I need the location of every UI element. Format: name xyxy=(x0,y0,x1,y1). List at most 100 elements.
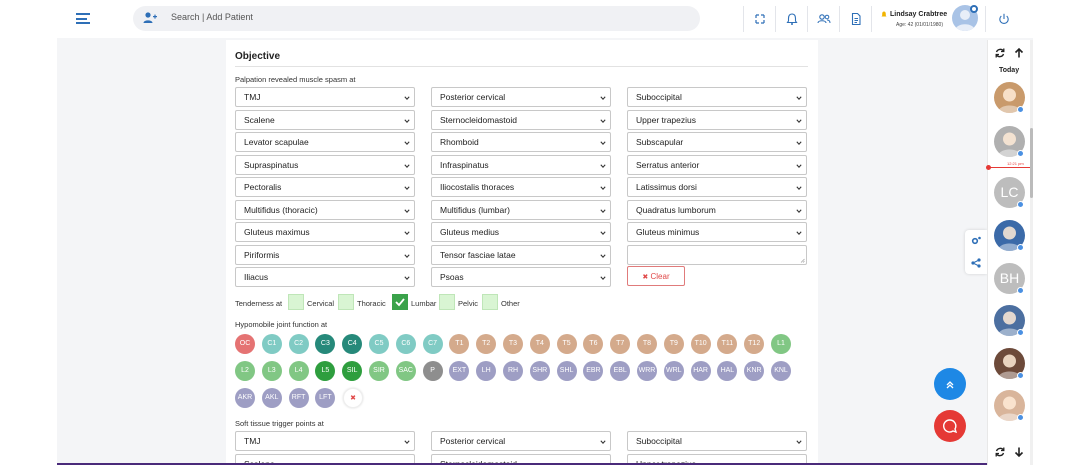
share-icon[interactable] xyxy=(970,257,982,269)
chat-button[interactable] xyxy=(934,410,966,442)
muscle-select[interactable]: Suboccipital xyxy=(627,431,807,451)
joint-chip[interactable]: C3 xyxy=(315,334,336,354)
joint-chip[interactable]: LFT xyxy=(315,388,336,408)
joint-chip[interactable]: SAC xyxy=(395,361,416,381)
joint-chip[interactable]: OC xyxy=(235,334,255,354)
joint-chip[interactable]: T8 xyxy=(637,334,657,354)
muscle-select[interactable]: Gluteus medius xyxy=(431,222,611,242)
tenderness-checkbox[interactable] xyxy=(482,294,498,310)
tenderness-checkbox[interactable] xyxy=(288,294,304,310)
joint-chip[interactable]: RFT xyxy=(288,388,309,408)
muscle-select[interactable]: Gluteus minimus xyxy=(627,222,807,242)
joint-chip[interactable]: SIR xyxy=(369,361,389,381)
muscle-select[interactable]: Rhomboid xyxy=(431,132,611,152)
joint-chip[interactable]: EBR xyxy=(583,361,604,381)
joint-chip[interactable]: WRL xyxy=(663,361,684,381)
joint-chip[interactable]: WRR xyxy=(637,361,657,381)
joint-chip[interactable]: C7 xyxy=(422,334,443,354)
arrow-up-icon[interactable] xyxy=(1013,47,1025,59)
joint-chip[interactable]: C4 xyxy=(342,334,363,354)
tenderness-checkbox[interactable] xyxy=(392,294,408,310)
muscle-select[interactable]: Multifidus (lumbar) xyxy=(431,199,611,220)
notes-textarea[interactable] xyxy=(627,244,807,265)
muscle-select[interactable]: TMJ xyxy=(235,431,415,451)
muscle-select[interactable]: Upper trapezius xyxy=(627,109,807,130)
muscle-select[interactable]: Iliocostalis thoraces xyxy=(431,177,611,197)
settings-gear-icon[interactable] xyxy=(970,235,982,247)
joint-chip[interactable]: P xyxy=(422,361,443,381)
muscle-select[interactable]: Levator scapulae xyxy=(235,132,415,152)
joint-chip[interactable]: L1 xyxy=(771,334,791,354)
muscle-select[interactable]: Serratus anterior xyxy=(627,154,807,175)
joint-chip[interactable]: KNL xyxy=(771,361,791,381)
fullscreen-icon[interactable] xyxy=(751,10,769,28)
joint-chip[interactable]: L4 xyxy=(288,361,309,381)
patient-name[interactable]: Lindsay Crabtree xyxy=(890,11,947,18)
muscle-select[interactable]: Posterior cervical xyxy=(431,87,611,107)
muscle-select[interactable]: Quadratus lumborum xyxy=(627,199,807,220)
tenderness-checkbox[interactable] xyxy=(439,294,455,310)
joint-chip[interactable]: T4 xyxy=(529,334,550,354)
muscle-select[interactable]: Piriformis xyxy=(235,244,415,265)
muscle-select[interactable]: Pectoralis xyxy=(235,177,415,197)
tenderness-checkbox[interactable] xyxy=(338,294,354,310)
sidebar-scrollbar[interactable] xyxy=(1030,40,1033,465)
joint-chip[interactable]: LH xyxy=(476,361,497,381)
muscle-select[interactable]: Gluteus maximus xyxy=(235,222,415,242)
joint-chip[interactable]: C2 xyxy=(288,334,309,354)
scroll-top-button[interactable] xyxy=(934,368,966,400)
joint-chip[interactable]: SHL xyxy=(556,361,577,381)
muscle-select[interactable]: Multifidus (thoracic) xyxy=(235,199,415,220)
muscle-select[interactable]: Suboccipital xyxy=(627,87,807,107)
search-bar[interactable]: Search | Add Patient xyxy=(133,6,700,31)
joint-chip[interactable]: C1 xyxy=(261,334,282,354)
muscle-select[interactable]: TMJ xyxy=(235,87,415,107)
arrow-down-icon[interactable] xyxy=(1013,446,1025,458)
joint-chip[interactable]: T6 xyxy=(583,334,604,354)
refresh-icon[interactable] xyxy=(994,47,1006,59)
joint-chip[interactable]: T7 xyxy=(610,334,631,354)
joint-chip[interactable]: T2 xyxy=(476,334,497,354)
add-patient-icon[interactable] xyxy=(143,11,157,25)
sidebar-scroll-thumb[interactable] xyxy=(1030,128,1033,198)
joint-chip[interactable]: C5 xyxy=(369,334,389,354)
joint-chip[interactable]: AKR xyxy=(235,388,255,408)
muscle-select[interactable]: Posterior cervical xyxy=(431,431,611,451)
joint-chip[interactable]: L5 xyxy=(315,361,336,381)
muscle-select[interactable]: Iliacus xyxy=(235,267,415,287)
muscle-select[interactable]: Tensor fasciae latae xyxy=(431,244,611,265)
joint-chip[interactable]: T1 xyxy=(449,334,470,354)
joint-chip[interactable]: RH xyxy=(503,361,523,381)
clear-button[interactable]: ✖ Clear xyxy=(627,266,685,286)
users-icon[interactable] xyxy=(815,10,833,28)
clear-joints-icon[interactable]: ✖ xyxy=(343,388,363,408)
power-icon[interactable] xyxy=(995,10,1013,28)
muscle-select[interactable]: Subscapular xyxy=(627,132,807,152)
joint-chip[interactable]: T5 xyxy=(556,334,577,354)
joint-chip[interactable]: C6 xyxy=(395,334,416,354)
menu-icon[interactable] xyxy=(76,13,90,24)
joint-chip[interactable]: SIL xyxy=(342,361,363,381)
joint-chip[interactable]: HAR xyxy=(690,361,711,381)
joint-chip[interactable]: T10 xyxy=(690,334,711,354)
joint-chip[interactable]: HAL xyxy=(717,361,738,381)
muscle-select[interactable]: Infraspinatus xyxy=(431,154,611,175)
joint-chip[interactable]: SHR xyxy=(529,361,550,381)
joint-chip[interactable]: EBL xyxy=(610,361,631,381)
muscle-select[interactable]: Latissimus dorsi xyxy=(627,177,807,197)
muscle-select[interactable]: Psoas xyxy=(431,267,611,287)
muscle-select[interactable]: Supraspinatus xyxy=(235,154,415,175)
joint-chip[interactable]: T3 xyxy=(503,334,523,354)
joint-chip[interactable]: L2 xyxy=(235,361,255,381)
joint-chip[interactable]: EXT xyxy=(449,361,470,381)
muscle-select[interactable]: Scalene xyxy=(235,109,415,130)
joint-chip[interactable]: T12 xyxy=(744,334,765,354)
joint-chip[interactable]: T9 xyxy=(663,334,684,354)
joint-chip[interactable]: T11 xyxy=(717,334,738,354)
search-input[interactable]: Search | Add Patient xyxy=(171,12,253,22)
resize-handle-icon[interactable] xyxy=(800,258,805,263)
refresh-icon[interactable] xyxy=(994,446,1006,458)
notification-bell-icon[interactable] xyxy=(783,10,801,28)
joint-chip[interactable]: AKL xyxy=(261,388,282,408)
muscle-select[interactable]: Sternocleidomastoid xyxy=(431,109,611,130)
